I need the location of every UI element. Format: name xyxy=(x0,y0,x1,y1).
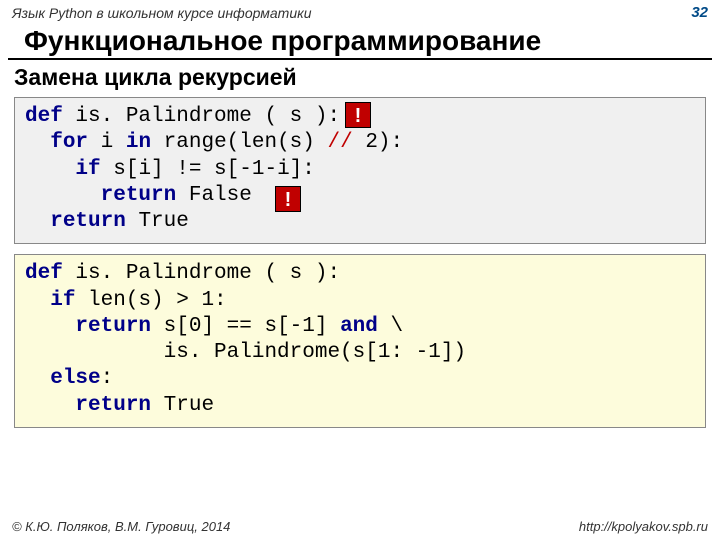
code-text: range(len(s) xyxy=(151,131,327,154)
course-title: Язык Python в школьном курсе информатики xyxy=(12,5,312,21)
code-text: \ xyxy=(378,315,403,338)
page-number: 32 xyxy=(691,4,708,21)
keyword-return: return xyxy=(101,184,177,207)
code-text: 2): xyxy=(353,131,403,154)
code-text: is. Palindrome(s[1: -1]) xyxy=(25,341,466,364)
slide-footer: © К.Ю. Поляков, В.М. Гуровиц, 2014 http:… xyxy=(0,519,720,534)
slide-header: Язык Python в школьном курсе информатики… xyxy=(0,0,720,23)
keyword-else: else xyxy=(50,367,100,390)
authors-text: К.Ю. Поляков, В.М. Гуровиц, 2014 xyxy=(22,519,231,534)
keyword-return: return xyxy=(50,210,126,233)
attention-badge: ! xyxy=(345,102,371,128)
footer-url: http://kpolyakov.spb.ru xyxy=(579,519,708,534)
code-text: s[0] == s[-1] xyxy=(151,315,340,338)
code-text: False xyxy=(176,184,252,207)
keyword-if: if xyxy=(50,289,75,312)
keyword-in: in xyxy=(126,131,151,154)
keyword-if: if xyxy=(75,158,100,181)
code-text: s[i] != s[-1-i]: xyxy=(101,158,315,181)
keyword-for: for xyxy=(50,131,88,154)
keyword-and: and xyxy=(340,315,378,338)
code-text: is. Palindrome ( s ): xyxy=(63,105,340,128)
copyright-symbol: © xyxy=(12,519,22,534)
code-block-iterative: def is. Palindrome ( s ): for i in range… xyxy=(14,97,706,244)
slide-subtitle: Замена цикла рекурсией xyxy=(0,60,720,97)
code-text: True xyxy=(151,394,214,417)
code-text: True xyxy=(126,210,189,233)
code-text: len(s) > 1: xyxy=(75,289,226,312)
attention-badge: ! xyxy=(275,186,301,212)
slide-title: Функциональное программирование xyxy=(8,23,712,60)
code-text: i xyxy=(88,131,126,154)
keyword-def: def xyxy=(25,105,63,128)
operator-floordiv: // xyxy=(328,131,353,154)
keyword-def: def xyxy=(25,262,63,285)
footer-authors: © К.Ю. Поляков, В.М. Гуровиц, 2014 xyxy=(12,519,230,534)
keyword-return: return xyxy=(75,394,151,417)
code-block-recursive: def is. Palindrome ( s ): if len(s) > 1:… xyxy=(14,254,706,428)
code-text: : xyxy=(101,367,114,390)
code-text: is. Palindrome ( s ): xyxy=(63,262,340,285)
keyword-return: return xyxy=(75,315,151,338)
